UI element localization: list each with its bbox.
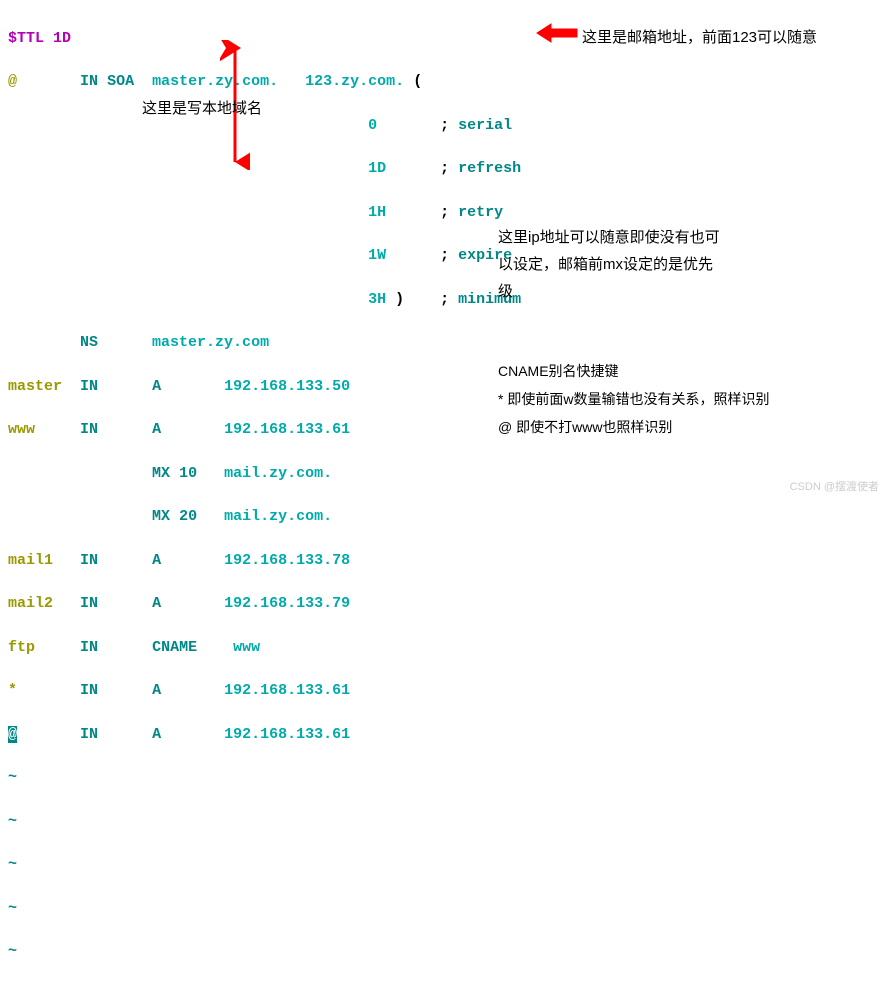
annotation-email: 这里是邮箱地址，前面123可以随意 [582, 24, 817, 51]
vim-tilde: ~ [8, 811, 881, 833]
soa-refresh: 1D ; refresh [8, 158, 881, 180]
class-in: IN [80, 73, 98, 90]
vim-tilde: ~ [8, 854, 881, 876]
soa-mname: master.zy.com. [152, 73, 278, 90]
soa-rname: 123.zy.com. [305, 73, 404, 90]
a-wildcard: * IN A 192.168.133.61 [8, 680, 881, 702]
annotation-cname: CNAME别名快捷键 * 即使前面w数量输错也没有关系，照样识别 @ 即使不打w… [498, 357, 858, 441]
annotation-domain: 这里是写本地域名 [142, 95, 262, 122]
cursor[interactable]: @ [8, 726, 17, 743]
soa-line: @ IN SOA master.zy.com. 123.zy.com. ( [8, 71, 881, 93]
ttl-value: 1D [53, 30, 71, 47]
cname-ftp: ftp IN CNAME www [8, 637, 881, 659]
vim-tilde: ~ [8, 898, 881, 920]
vim-tilde: ~ [8, 767, 881, 789]
ns-target: master.zy.com [152, 334, 269, 351]
type-soa: SOA [107, 73, 134, 90]
ns-line: NS master.zy.com [8, 332, 881, 354]
annotation-ip: 这里ip地址可以随意即使没有也可 以设定，邮箱前mx设定的是优先 级 [498, 224, 778, 305]
arrow-left-icon [535, 22, 580, 44]
watermark: CSDN @摆渡使者 [790, 478, 879, 494]
type-ns: NS [80, 334, 98, 351]
paren-open: ( [413, 73, 422, 90]
soa-serial: 0 ; serial [8, 115, 881, 137]
a-mail2: mail2 IN A 192.168.133.79 [8, 593, 881, 615]
mx-10: MX 10 mail.zy.com. [8, 463, 881, 485]
ttl-directive: $TTL [8, 30, 44, 47]
vim-tilde: ~ [8, 941, 881, 963]
mx-20: MX 20 mail.zy.com. [8, 506, 881, 528]
origin-at: @ [8, 73, 17, 90]
zone-file: $TTL 1D @ IN SOA master.zy.com. 123.zy.c… [0, 0, 889, 991]
soa-retry: 1H ; retry [8, 202, 881, 224]
a-mail1: mail1 IN A 192.168.133.78 [8, 550, 881, 572]
a-origin: @ IN A 192.168.133.61 [8, 724, 881, 746]
